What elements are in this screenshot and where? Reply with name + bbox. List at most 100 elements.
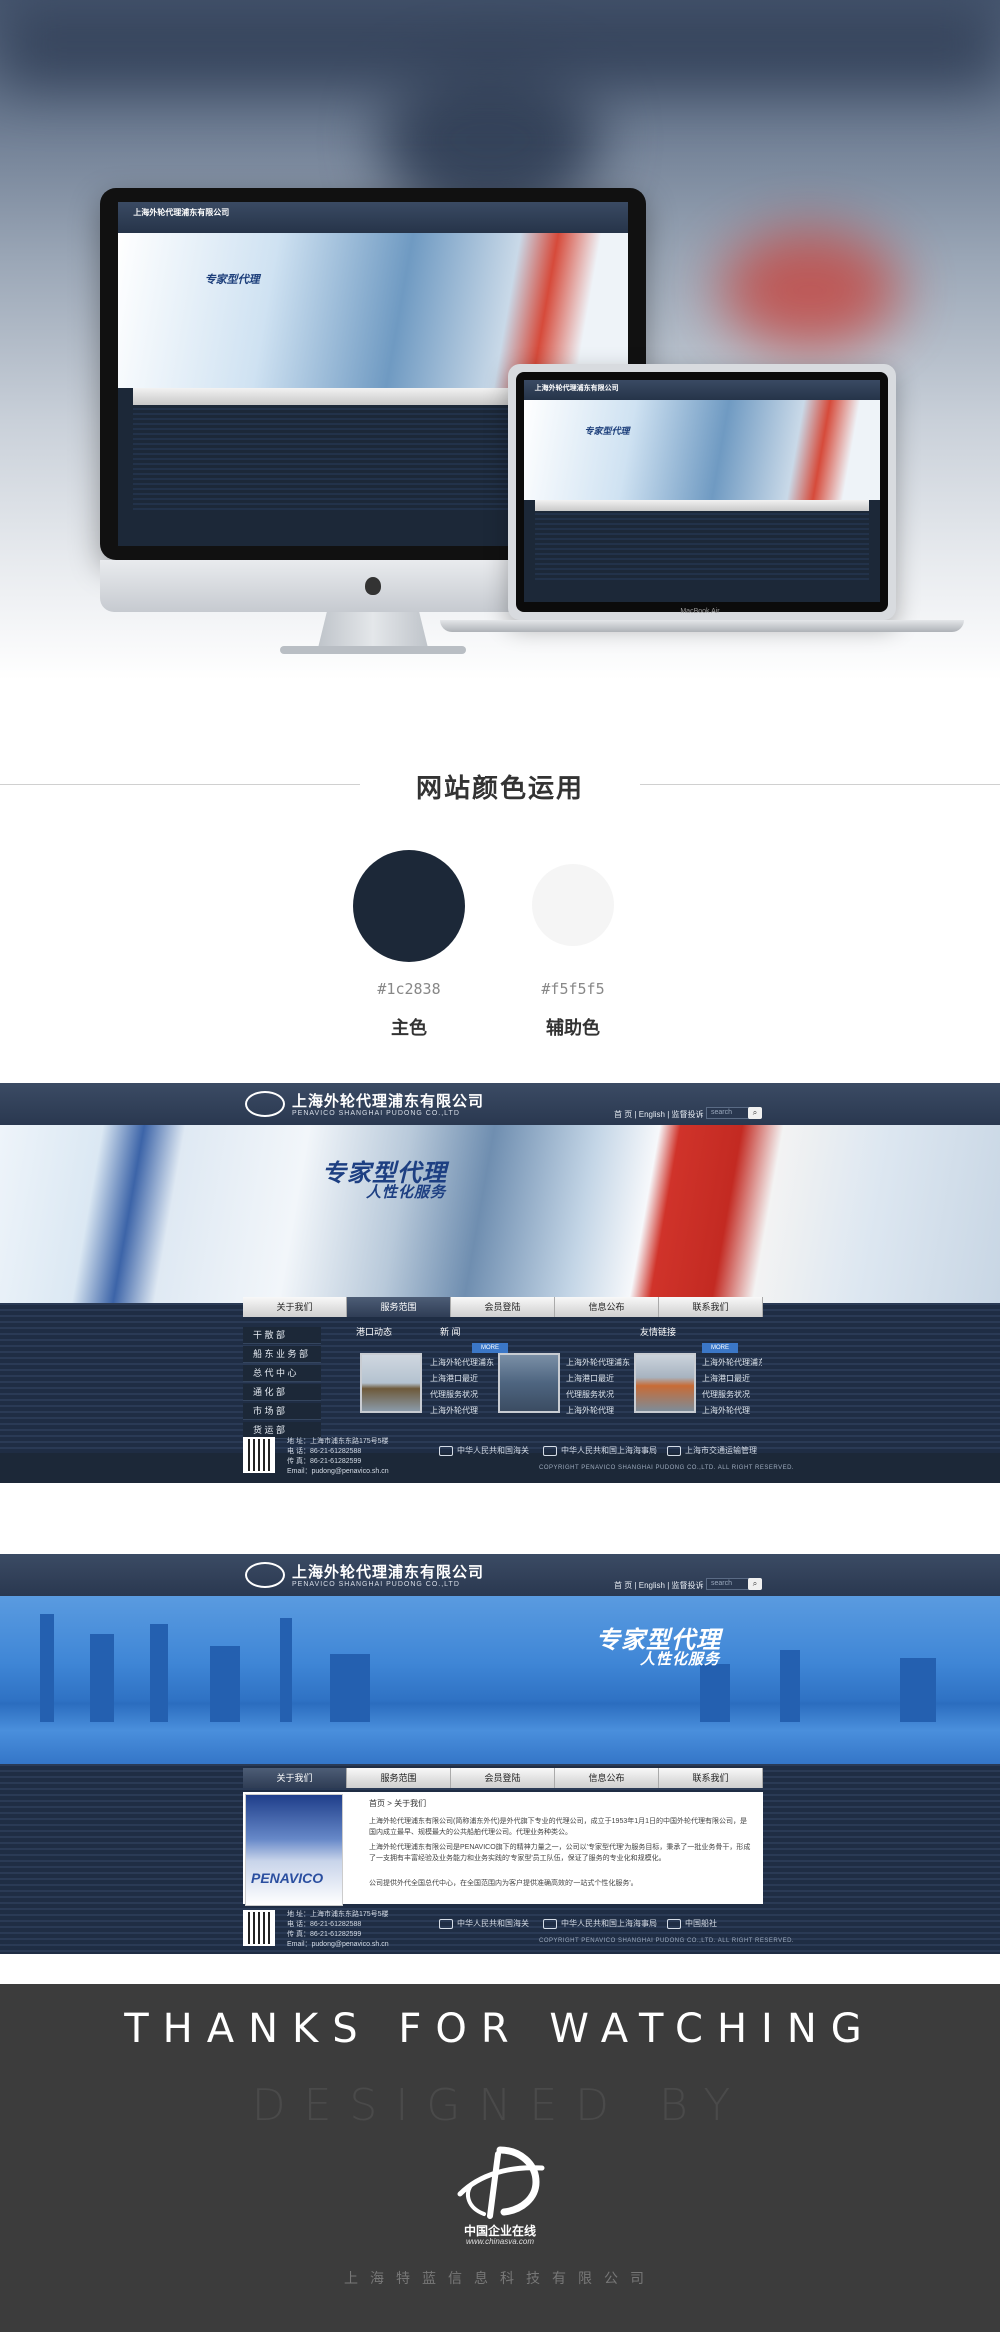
footer-email[interactable]: Email：pudong@penavico.sh.cn — [287, 1940, 389, 1950]
laptop-screen: 上海外轮代理浦东有限公司 专家型代理 — [524, 380, 880, 602]
news-item[interactable]: 上海港口最近 — [566, 1371, 644, 1387]
nav-contact[interactable]: 联系我们 — [659, 1768, 763, 1788]
company-logo-icon[interactable] — [245, 1562, 285, 1588]
logo-text-en: PENAVICO SHANGHAI PUDONG CO.,LTD — [292, 1581, 460, 1588]
footer-contact: 地 址：上海市浦东东路175号5楼 电 话：86-21-61282588 传 真… — [287, 1437, 389, 1477]
more-button[interactable]: MORE — [472, 1343, 508, 1353]
customs-label: 中华人民共和国海关 — [457, 1919, 529, 1928]
hero-mockup-section: 上海外轮代理浦东有限公司 专家型代理 上海外轮代理浦东有限公司 专家型代理 Ma… — [0, 0, 1000, 680]
apple-logo-icon — [365, 577, 381, 595]
maritime-link[interactable]: 中华人民共和国上海海事局 — [543, 1445, 657, 1456]
company-photo — [245, 1794, 343, 1906]
mini-nav — [534, 499, 870, 511]
footer-phone: 电 话：86-21-61282588 — [287, 1921, 362, 1928]
mini-logo: 上海外轮代理浦东有限公司 — [534, 385, 619, 393]
skyline-building — [780, 1650, 800, 1722]
brand-logo-icon — [457, 2146, 545, 2219]
breadcrumb[interactable]: 首页 > 关于我们 — [369, 1798, 426, 1809]
banner-slogan-sub: 人性化服务 — [640, 1651, 721, 1668]
footer-fax: 传 真：86-21-61282599 — [287, 1931, 362, 1938]
nav-contact[interactable]: 联系我们 — [659, 1297, 763, 1317]
nav-services[interactable]: 服务范围 — [347, 1297, 451, 1317]
footer-fax: 传 真：86-21-61282599 — [287, 1458, 362, 1465]
logo-text-en: PENAVICO SHANGHAI PUDONG CO.,LTD — [292, 1110, 460, 1117]
side-menu-item[interactable]: 通 化 部 — [243, 1384, 321, 1401]
mini-banner — [524, 399, 880, 500]
nav-services[interactable]: 服务范围 — [347, 1768, 451, 1788]
about-content: PENAVICO 首页 > 关于我们 上海外轮代理浦东有限公司(简称浦东外代)是… — [243, 1792, 763, 1906]
news-item[interactable]: 上海港口最近 — [430, 1371, 508, 1387]
imac-foot — [280, 646, 466, 654]
top-links[interactable]: 首 页 | English | 监督投诉 — [614, 1109, 704, 1120]
about-paragraph: 公司提供外代全国总代中心，在全国范围内为客户提供准确高效的'一站式个性化服务'。 — [369, 1880, 638, 1887]
link-item[interactable]: 代理服务状况 — [702, 1387, 762, 1403]
mini-logo: 上海外轮代理浦东有限公司 — [133, 208, 230, 218]
banner-slogan-sub: 人性化服务 — [366, 1184, 447, 1201]
skyline-building — [90, 1634, 114, 1722]
about-page-design: 上海外轮代理浦东有限公司 PENAVICO SHANGHAI PUDONG CO… — [0, 1554, 1000, 1954]
news-item[interactable]: 代理服务状况 — [430, 1387, 508, 1403]
nav-member-login[interactable]: 会员登陆 — [451, 1768, 555, 1788]
news-thumbnail[interactable] — [498, 1353, 560, 1413]
skyline-building — [330, 1654, 370, 1722]
logo-text-cn: 上海外轮代理浦东有限公司 — [292, 1564, 485, 1581]
company-name: 上海特蓝信息科技有限公司 — [344, 2270, 656, 2286]
news-item[interactable]: 上海外轮代理 — [430, 1403, 508, 1419]
designed-by: DESIGNED BY — [251, 2080, 749, 2131]
footer-address: 地 址：上海市浦东东路175号5楼 — [287, 1438, 389, 1445]
footer-address: 地 址：上海市浦东东路175号5楼 — [287, 1911, 389, 1918]
nav-member-login[interactable]: 会员登陆 — [451, 1297, 555, 1317]
side-menu-item[interactable]: 船 东 业 务 部 — [243, 1346, 321, 1363]
search-icon[interactable]: ⌕ — [748, 1578, 762, 1590]
top-links[interactable]: 首 页 | English | 监督投诉 — [614, 1580, 704, 1591]
link-item[interactable]: 上海港口最近 — [702, 1371, 762, 1387]
copyright: COPYRIGHT PENAVICO SHANGHAI PUDONG CO.,L… — [539, 1465, 795, 1471]
news-item[interactable]: 上海外轮代理浦东 — [430, 1355, 508, 1371]
maritime-label: 中华人民共和国上海海事局 — [561, 1919, 657, 1928]
company-logo-icon[interactable] — [245, 1091, 285, 1117]
section-title: 网站颜色运用 — [415, 773, 584, 803]
news-item[interactable]: 代理服务状况 — [566, 1387, 644, 1403]
footer-email[interactable]: Email：pudong@penavico.sh.cn — [287, 1467, 389, 1477]
side-menu-item[interactable]: 总 代 中 心 — [243, 1365, 321, 1382]
port-news-title: 港口动态 — [356, 1327, 393, 1337]
more-button[interactable]: MORE — [702, 1343, 738, 1353]
customs-label: 中华人民共和国海关 — [457, 1446, 529, 1455]
link-item[interactable]: 上海外轮代理浦东 — [702, 1355, 762, 1371]
customs-icon — [439, 1918, 453, 1929]
nav-about[interactable]: 关于我们 — [243, 1297, 347, 1317]
primary-label: 主色 — [391, 1018, 427, 1038]
site-footer: 地 址：上海市浦东东路175号5楼 电 话：86-21-61282588 传 真… — [243, 1908, 794, 1950]
customs-link[interactable]: 中华人民共和国海关 — [439, 1918, 529, 1929]
maritime-icon — [543, 1445, 557, 1456]
links-list: 上海外轮代理浦东 上海港口最近 代理服务状况 上海外轮代理 — [702, 1355, 762, 1419]
shipping-link[interactable]: 中国船社 — [667, 1918, 717, 1929]
shipping-icon — [667, 1918, 681, 1929]
copyright: COPYRIGHT PENAVICO SHANGHAI PUDONG CO.,L… — [539, 1938, 795, 1944]
footer-contact: 地 址：上海市浦东东路175号5楼 电 话：86-21-61282588 传 真… — [287, 1910, 389, 1950]
mini-body — [534, 513, 870, 580]
news-item[interactable]: 上海外轮代理 — [566, 1403, 644, 1419]
news-thumbnail[interactable] — [360, 1353, 422, 1413]
site-header — [0, 1083, 1000, 1125]
side-menu: 干 散 部 船 东 业 务 部 总 代 中 心 通 化 部 市 场 部 货 运 … — [243, 1327, 321, 1441]
nav-info[interactable]: 信息公布 — [555, 1297, 659, 1317]
side-menu-item[interactable]: 市 场 部 — [243, 1403, 321, 1420]
side-menu-item[interactable]: 干 散 部 — [243, 1327, 321, 1344]
nav-info[interactable]: 信息公布 — [555, 1768, 659, 1788]
customs-link[interactable]: 中华人民共和国海关 — [439, 1445, 529, 1456]
site-footer: 地 址：上海市浦东东路175号5楼 电 话：86-21-61282588 传 真… — [243, 1435, 794, 1477]
transport-icon — [667, 1445, 681, 1456]
about-paragraph: 上海外轮代理浦东有限公司是PENAVICO旗下的精神力量之一，公司以'专家型代理… — [369, 1844, 751, 1862]
link-item[interactable]: 上海外轮代理 — [702, 1403, 762, 1419]
nav-about[interactable]: 关于我们 — [243, 1768, 347, 1788]
thanks-title: THANKS FOR WATCHING — [124, 2006, 876, 2052]
transport-link[interactable]: 上海市交通运输管理 — [667, 1445, 757, 1456]
search-icon[interactable]: ⌕ — [748, 1107, 762, 1119]
link-thumbnail[interactable] — [634, 1353, 696, 1413]
maritime-link[interactable]: 中华人民共和国上海海事局 — [543, 1918, 657, 1929]
laptop-base — [440, 620, 964, 632]
news-item[interactable]: 上海外轮代理浦东 — [566, 1355, 644, 1371]
skyline-building — [150, 1624, 168, 1722]
skyline-building — [700, 1664, 730, 1722]
